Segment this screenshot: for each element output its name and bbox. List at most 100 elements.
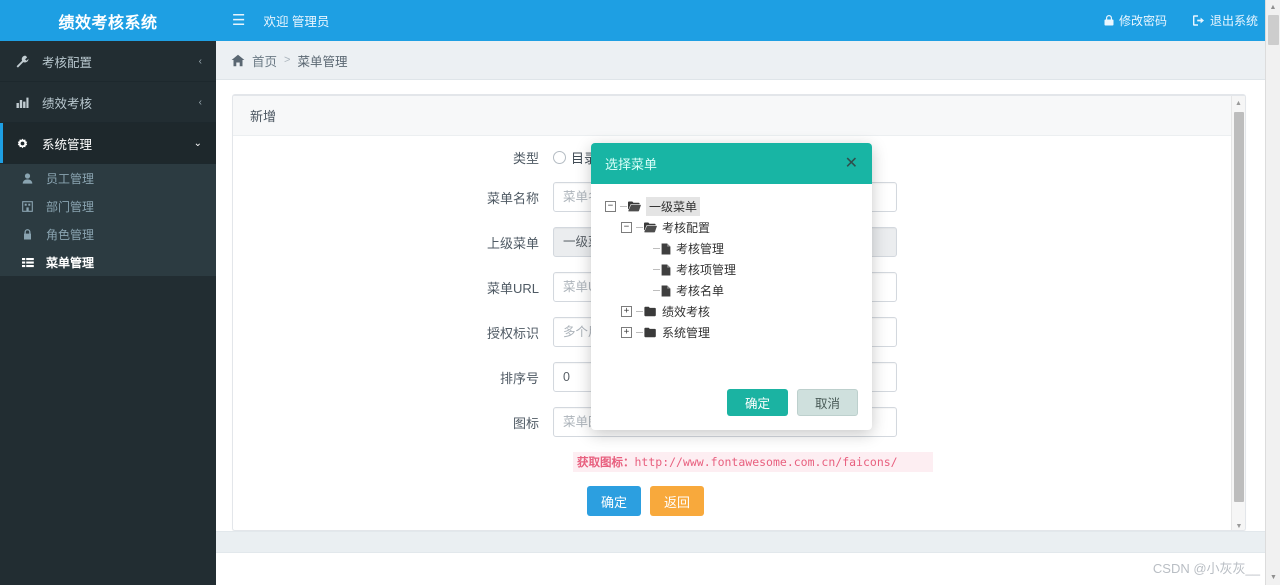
change-password-link[interactable]: 修改密码 xyxy=(1104,12,1167,29)
wrench-icon xyxy=(16,55,34,68)
window-scrollbar-thumb[interactable] xyxy=(1268,15,1279,45)
file-icon xyxy=(661,264,671,276)
sidebar-item-xitong-guanli[interactable]: 系统管理 ⌄ xyxy=(0,123,216,164)
navbar-right-links: 修改密码 退出系统 xyxy=(1104,12,1280,29)
top-navbar: 绩效考核系统 ☰ 欢迎 管理员 修改密码 退出系统 xyxy=(0,0,1280,41)
tree-node-label[interactable]: 考核管理 xyxy=(676,240,724,257)
page-bottom-strip xyxy=(216,531,1280,553)
breadcrumb-home[interactable]: 首页 xyxy=(252,51,277,70)
permission-label: 授权标识 xyxy=(486,325,539,341)
lock-icon xyxy=(22,228,39,240)
tree-node-root[interactable]: − 一级菜单 xyxy=(605,196,872,217)
folder-open-icon xyxy=(644,222,657,233)
sidebar-item-caidan-guanli[interactable]: 菜单管理 xyxy=(0,248,216,276)
folder-icon xyxy=(644,306,657,317)
tree-line xyxy=(636,311,643,312)
tree-node-label[interactable]: 系统管理 xyxy=(662,324,710,341)
tree-toggle-icon[interactable]: − xyxy=(605,201,616,212)
logout-label: 退出系统 xyxy=(1209,14,1258,28)
sidebar-submenu: 员工管理 部门管理 角色管理 菜单管理 xyxy=(0,164,216,276)
logout-link[interactable]: 退出系统 xyxy=(1192,12,1258,29)
sidebar-item-juese-guanli[interactable]: 角色管理 xyxy=(0,220,216,248)
radio-icon xyxy=(553,151,566,164)
scroll-up-icon[interactable]: ▲ xyxy=(1232,96,1245,110)
window-scroll-down-icon[interactable]: ▼ xyxy=(1266,570,1280,585)
tree-toggle-icon[interactable]: + xyxy=(621,327,632,338)
close-icon[interactable]: ✕ xyxy=(845,155,858,172)
file-icon xyxy=(661,243,671,255)
home-icon xyxy=(231,54,245,67)
sidebar-subitem-label: 菜单管理 xyxy=(46,255,95,270)
sidebar-item-yuangong-guanli[interactable]: 员工管理 xyxy=(0,164,216,192)
hamburger-icon[interactable]: ☰ xyxy=(232,13,245,28)
building-icon xyxy=(22,200,39,212)
chart-bar-icon xyxy=(16,96,34,109)
tree-node-kaohe-peizhi[interactable]: − 考核配置 xyxy=(605,217,872,238)
modal-header: 选择菜单 ✕ xyxy=(591,143,872,184)
window-scroll-up-icon[interactable]: ▲ xyxy=(1266,0,1280,15)
back-button[interactable]: 返回 xyxy=(650,486,705,516)
sidebar-item-label: 系统管理 xyxy=(42,137,93,152)
panel-scrollbar[interactable]: ▲ ▼ xyxy=(1231,96,1245,530)
form-actions: 确定 返回 xyxy=(587,486,1245,516)
sidebar-item-kaohe-peizhi[interactable]: 考核配置 ‹ xyxy=(0,41,216,82)
breadcrumb-current: 菜单管理 xyxy=(297,54,348,69)
type-label: 类型 xyxy=(512,151,539,166)
panel-title: 新增 xyxy=(233,96,1245,136)
gear-icon xyxy=(16,137,34,150)
sidebar-item-bumen-guanli[interactable]: 部门管理 xyxy=(0,192,216,220)
modal-body: − 一级菜单 − 考核配置 考核管理 考核项管理 考核名单 + 绩效考核 + 系… xyxy=(591,184,872,430)
sort-order-label: 排序号 xyxy=(499,370,539,386)
tree-node-kaohe-mingdan[interactable]: 考核名单 xyxy=(605,280,872,301)
menu-url-label: 菜单URL xyxy=(486,280,539,296)
tree-toggle-icon[interactable]: + xyxy=(621,306,632,317)
icon-label: 图标 xyxy=(512,415,539,431)
tree-line xyxy=(653,248,660,249)
file-icon xyxy=(661,285,671,297)
modal-cancel-button[interactable]: 取消 xyxy=(796,389,858,416)
sidebar-subitem-label: 员工管理 xyxy=(46,171,95,186)
lock-icon xyxy=(1104,15,1114,26)
select-menu-modal: 选择菜单 ✕ − 一级菜单 − 考核配置 考核管理 考核项管理 考核名单 + 绩… xyxy=(591,143,872,430)
sidebar-item-label: 考核配置 xyxy=(42,55,93,70)
tree-node-label[interactable]: 一级菜单 xyxy=(646,197,701,216)
window-scrollbar[interactable]: ▲ ▼ xyxy=(1265,0,1280,585)
modal-confirm-button[interactable]: 确定 xyxy=(726,389,788,416)
sidebar-item-label: 绩效考核 xyxy=(42,96,93,111)
tree-node-label[interactable]: 考核项管理 xyxy=(676,261,736,278)
parent-menu-label: 上级菜单 xyxy=(486,235,539,251)
chevron-left-icon: ‹ xyxy=(198,96,202,108)
icon-hint-prefix: 获取图标： xyxy=(577,457,635,469)
tree-node-jixiao-kaohe[interactable]: + 绩效考核 xyxy=(605,301,872,322)
list-icon xyxy=(22,257,39,268)
user-icon xyxy=(22,172,39,184)
tree-node-kaohe-guanli[interactable]: 考核管理 xyxy=(605,238,872,259)
tree-node-kaohexiang-guanli[interactable]: 考核项管理 xyxy=(605,259,872,280)
sidebar: 考核配置 ‹ 绩效考核 ‹ 系统管理 ⌄ 员工管理 部门管理 角色管理 菜单管理 xyxy=(0,41,216,585)
tree-line xyxy=(653,269,660,270)
icon-hint-url[interactable]: http://www.fontawesome.com.cn/faicons/ xyxy=(635,455,898,469)
sidebar-item-jixiao-kaohe[interactable]: 绩效考核 ‹ xyxy=(0,82,216,123)
tree-toggle-icon[interactable]: − xyxy=(621,222,632,233)
breadcrumb-separator: > xyxy=(284,54,291,66)
folder-icon xyxy=(644,327,657,338)
app-brand: 绩效考核系统 xyxy=(58,14,158,32)
sidebar-subitem-label: 角色管理 xyxy=(46,227,95,242)
tree-node-xitong-guanli[interactable]: + 系统管理 xyxy=(605,322,872,343)
panel-scrollbar-thumb[interactable] xyxy=(1234,112,1244,502)
tree-node-label[interactable]: 考核名单 xyxy=(676,282,724,299)
sign-out-icon xyxy=(1192,15,1205,26)
menu-name-label: 菜单名称 xyxy=(486,190,539,206)
tree-node-label[interactable]: 绩效考核 xyxy=(662,303,710,320)
tree-line xyxy=(653,290,660,291)
watermark: CSDN @小灰灰__ xyxy=(1152,561,1260,576)
scroll-down-icon[interactable]: ▼ xyxy=(1232,519,1245,530)
breadcrumb: 首页 > 菜单管理 xyxy=(216,41,1280,80)
welcome-text: 欢迎 管理员 xyxy=(263,15,330,29)
change-password-label: 修改密码 xyxy=(1118,14,1167,28)
tree-line xyxy=(620,206,627,207)
tree-node-label[interactable]: 考核配置 xyxy=(662,219,710,236)
sidebar-subitem-label: 部门管理 xyxy=(46,199,95,214)
submit-button[interactable]: 确定 xyxy=(587,486,642,516)
tree-line xyxy=(636,332,643,333)
